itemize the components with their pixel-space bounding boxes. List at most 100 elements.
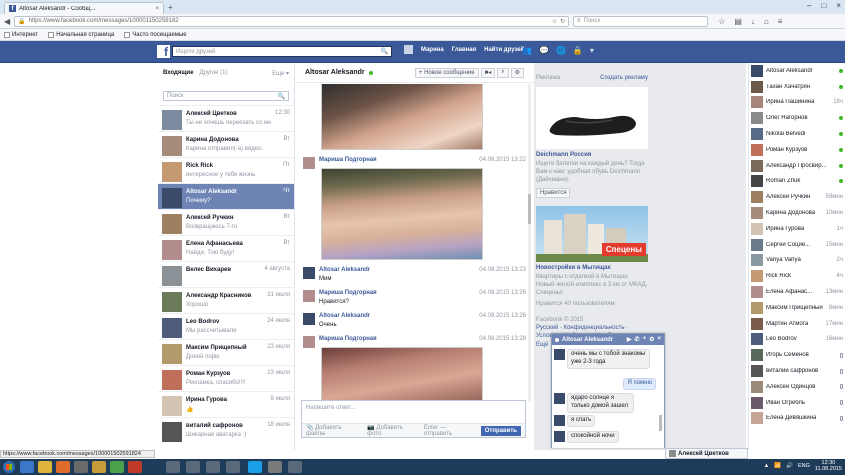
send-button[interactable]: Отправить: [480, 425, 521, 436]
network-icon[interactable]: 📶: [774, 463, 781, 469]
reading-list-icon[interactable]: ▤: [734, 17, 742, 26]
firefox-icon[interactable]: [56, 461, 70, 473]
search-icon[interactable]: 🔍: [381, 48, 388, 55]
minimized-chat-tab[interactable]: Алексей Цветков: [665, 448, 748, 459]
sidebar-friend[interactable]: Роман Курзуов: [749, 142, 845, 158]
sender-avatar[interactable]: [303, 157, 315, 169]
sender-avatar[interactable]: [303, 336, 315, 348]
game-icon[interactable]: [186, 461, 200, 473]
sidebar-friend[interactable]: Leo Bodrov 16мин: [749, 332, 845, 348]
bookmark-star-icon[interactable]: ☆: [718, 17, 725, 26]
star-icon[interactable]: ☆: [552, 18, 557, 25]
bookmark-item[interactable]: Часто посещаемые: [124, 31, 187, 38]
conversation-title[interactable]: Altosar Aleksandr: [305, 69, 365, 76]
sidebar-friend[interactable]: Игорь Семенов: [749, 347, 845, 363]
enter-to-send-checkbox[interactable]: Enter — отправить: [424, 425, 471, 437]
friend-requests-icon[interactable]: 👥: [522, 46, 532, 55]
reload-icon[interactable]: ↻: [560, 18, 565, 25]
nav-profile[interactable]: Марина: [421, 47, 444, 53]
thread-item[interactable]: Максим Прищепный Доной порю 23 июля: [158, 339, 294, 365]
add-person-icon[interactable]: +: [643, 336, 647, 343]
sidebar-friend[interactable]: Altosar Aleksandr: [749, 63, 845, 79]
add-photos-button[interactable]: 📷 Добавить фото: [367, 424, 414, 437]
close-tab-icon[interactable]: ×: [155, 6, 159, 12]
thread-item[interactable]: виталий сафронов Шикарная аватарка :) 18 и…: [158, 417, 294, 443]
sender-name[interactable]: Мариша Подгорная: [319, 290, 377, 296]
sidebar-friend[interactable]: Nikolai Belvedi: [749, 126, 845, 142]
thread-item[interactable]: Altosar Aleksandr Почему? Чт: [158, 183, 294, 209]
game-icon[interactable]: [166, 461, 180, 473]
sidebar-friend[interactable]: Иван Огребль: [749, 395, 845, 411]
gear-icon[interactable]: ⚙: [510, 67, 524, 78]
app-icon[interactable]: [74, 461, 88, 473]
thread-item[interactable]: Роман Курзуов Рекламка, спасибо!!!! 23 июл…: [158, 365, 294, 391]
app-icon[interactable]: [92, 461, 106, 473]
game-icon[interactable]: [206, 461, 220, 473]
fb-search-input[interactable]: Ищите друзей 🔍: [172, 46, 392, 57]
sidebar-friend[interactable]: Тахан Хачатрян: [749, 79, 845, 95]
sidebar-friend[interactable]: Олег Нагорнов: [749, 110, 845, 126]
app-icon[interactable]: [110, 461, 124, 473]
video-call-icon[interactable]: ■◂: [480, 67, 496, 78]
photo-attachment[interactable]: [321, 84, 483, 150]
inbox-search-input[interactable]: Поиск 🔍: [163, 91, 289, 101]
avatar[interactable]: [554, 393, 565, 404]
like-button[interactable]: Нравится: [536, 188, 571, 199]
sender-name[interactable]: Altosar Aleksandr: [319, 267, 370, 273]
sidebar-friend[interactable]: Карина Додонова 10мин: [749, 205, 845, 221]
privacy-lock-icon[interactable]: 🔒: [573, 46, 583, 55]
sidebar-friend[interactable]: Алексей Одинцов: [749, 379, 845, 395]
maximize-icon[interactable]: □: [821, 1, 826, 10]
scrollbar[interactable]: [528, 84, 531, 402]
sidebar-friend[interactable]: Roman Zhuk: [749, 174, 845, 190]
sidebar-friend[interactable]: Мартин Атмога 17мин: [749, 316, 845, 332]
ad-image-shoe[interactable]: [536, 87, 648, 149]
chevron-down-icon[interactable]: ▾: [590, 46, 594, 55]
more-dropdown[interactable]: Еще ▾: [272, 70, 289, 77]
photo-attachment[interactable]: [321, 347, 483, 402]
skype-icon[interactable]: [248, 461, 262, 473]
avatar[interactable]: [404, 45, 413, 54]
gear-icon[interactable]: ⚙: [649, 336, 654, 343]
explorer-folder-icon[interactable]: [38, 461, 52, 473]
reply-composer[interactable]: Напишите ответ... 📎 Добавить файлы 📷 Доб…: [301, 400, 526, 438]
thread-item[interactable]: Алексей Цветков Ты не хочешь переехать со…: [158, 105, 294, 131]
volume-icon[interactable]: 🔊: [786, 463, 793, 469]
app-icon[interactable]: [268, 461, 282, 473]
sidebar-friend[interactable]: Максим Прищепный 8мин: [749, 300, 845, 316]
start-button[interactable]: [3, 461, 15, 473]
sender-name[interactable]: Мариша Подгорная: [319, 157, 377, 163]
language-indicator[interactable]: ENG: [798, 463, 810, 469]
sidebar-friend[interactable]: Александр Просвир...: [749, 158, 845, 174]
bookmark-item[interactable]: Интернет: [4, 31, 38, 38]
back-icon[interactable]: ◀: [4, 17, 10, 26]
ad-title[interactable]: Deichmann Россия: [536, 152, 648, 158]
new-tab-icon[interactable]: +: [168, 3, 173, 12]
new-message-button[interactable]: + Новое сообщение: [414, 67, 479, 78]
bookmark-item[interactable]: Начальная страница: [48, 31, 114, 38]
browser-search-box[interactable]: 8 Поиск: [573, 15, 709, 27]
sidebar-friend[interactable]: Алексей Ручкин 59мин: [749, 189, 845, 205]
sender-avatar[interactable]: [303, 267, 315, 279]
sidebar-friend[interactable]: Сергей Социе... 15мин: [749, 237, 845, 253]
download-icon[interactable]: ↓: [751, 17, 755, 26]
ie-icon[interactable]: [20, 461, 34, 473]
messages-icon[interactable]: 💬: [539, 46, 549, 55]
sidebar-friend[interactable]: Vanya Vanya 2ч: [749, 253, 845, 269]
video-call-icon[interactable]: ▶: [627, 336, 632, 343]
phone-icon[interactable]: ✆: [635, 336, 640, 343]
thread-item[interactable]: Алексей Ручкин Возвращаюсь 7-го Вт: [158, 209, 294, 235]
sender-name[interactable]: Мариша Подгорная: [319, 336, 377, 342]
nav-home[interactable]: Главная: [452, 47, 476, 53]
avatar[interactable]: [554, 415, 565, 426]
thread-item[interactable]: Rick Rick интересное у тебя жизнь Пт: [158, 157, 294, 183]
sidebar-friend[interactable]: Елена Афанас... 13мин: [749, 284, 845, 300]
chat-title[interactable]: Altosar Aleksandr: [562, 337, 613, 343]
globe-notifications-icon[interactable]: 🌐: [556, 46, 566, 55]
sidebar-friend[interactable]: Rick Rick 4ч: [749, 268, 845, 284]
sender-avatar[interactable]: [303, 313, 315, 325]
home-icon[interactable]: ⌂: [764, 17, 769, 26]
nav-find-friends[interactable]: Найти друзей: [484, 47, 524, 53]
close-window-icon[interactable]: ×: [836, 1, 841, 10]
avatar[interactable]: [554, 349, 565, 360]
